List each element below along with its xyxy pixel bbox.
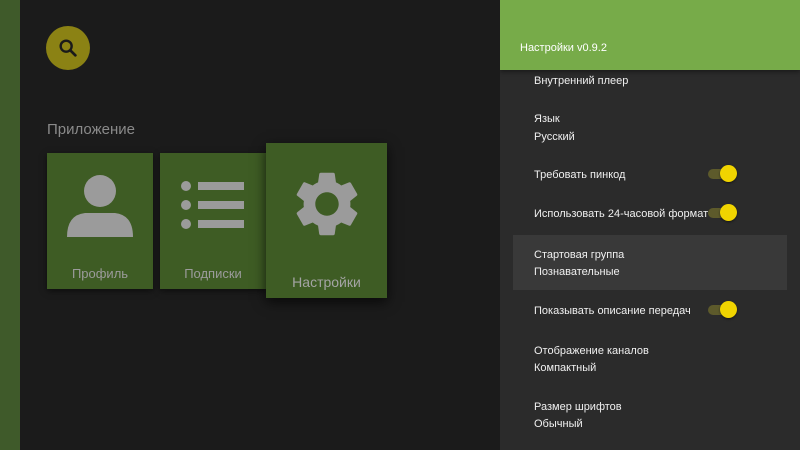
profile-tile[interactable]: Профиль bbox=[47, 153, 153, 289]
settings-panel: Настройки v0.9.2 Внутренний плеер Язык Р… bbox=[500, 0, 800, 450]
setting-label: Показывать описание передач bbox=[534, 305, 691, 317]
settings-tile-label: Настройки bbox=[292, 274, 361, 290]
setting-label: Отображение каналов bbox=[534, 345, 649, 357]
section-title: Приложение bbox=[47, 121, 135, 138]
subscriptions-tile-label: Подписки bbox=[184, 266, 242, 281]
settings-tile[interactable]: Настройки bbox=[266, 143, 387, 298]
gear-icon bbox=[266, 165, 387, 243]
search-button[interactable] bbox=[46, 26, 90, 70]
setting-label: Использовать 24-часовой формат bbox=[534, 208, 709, 220]
setting-value: Русский bbox=[534, 131, 575, 143]
setting-label: Внутренний плеер bbox=[534, 75, 629, 87]
user-icon bbox=[47, 171, 153, 241]
setting-24h-format[interactable]: Использовать 24-часовой формат bbox=[513, 196, 787, 230]
setting-font-size[interactable]: Размер шрифтов Обычный bbox=[513, 389, 787, 441]
toggle-thumb bbox=[720, 204, 737, 221]
setting-value: Познавательные bbox=[534, 266, 620, 278]
setting-start-group[interactable]: Стартовая группа Познавательные bbox=[513, 235, 787, 290]
24h-format-toggle[interactable] bbox=[708, 204, 737, 221]
setting-label: Стартовая группа bbox=[534, 249, 625, 261]
main-area: Приложение Профиль Подписки Настройки bbox=[20, 0, 500, 450]
show-descriptions-toggle[interactable] bbox=[708, 301, 737, 318]
require-pin-toggle[interactable] bbox=[708, 165, 737, 182]
setting-label: Требовать пинкод bbox=[534, 169, 626, 181]
profile-tile-label: Профиль bbox=[71, 266, 129, 281]
search-icon bbox=[59, 39, 77, 57]
toggle-thumb bbox=[720, 165, 737, 182]
settings-panel-header: Настройки v0.9.2 bbox=[500, 0, 800, 70]
setting-value: Обычный bbox=[534, 418, 583, 430]
setting-value: Компактный bbox=[534, 362, 597, 374]
setting-show-descriptions[interactable]: Показывать описание передач bbox=[513, 294, 787, 328]
setting-require-pin[interactable]: Требовать пинкод bbox=[513, 158, 787, 192]
setting-label: Язык bbox=[534, 113, 560, 125]
subscriptions-tile[interactable]: Подписки bbox=[160, 153, 266, 289]
setting-channel-display[interactable]: Отображение каналов Компактный bbox=[513, 332, 787, 384]
left-edge-strip bbox=[0, 0, 20, 450]
setting-label: Размер шрифтов bbox=[534, 401, 622, 413]
toggle-thumb bbox=[720, 301, 737, 318]
setting-internal-player[interactable]: Внутренний плеер bbox=[513, 70, 787, 94]
list-icon bbox=[160, 171, 266, 241]
setting-language[interactable]: Язык Русский bbox=[513, 102, 787, 154]
settings-panel-title: Настройки v0.9.2 bbox=[520, 42, 607, 54]
